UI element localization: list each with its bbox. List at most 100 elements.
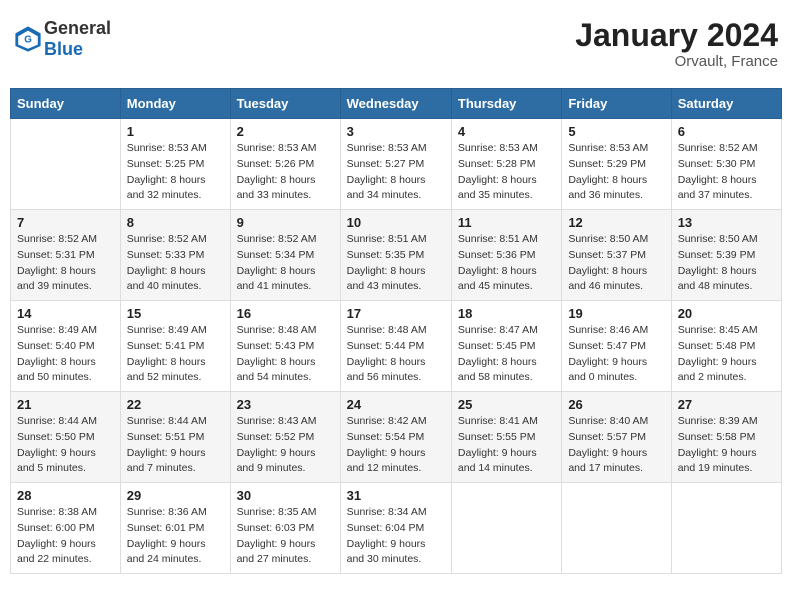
- calendar-cell: 2Sunrise: 8:53 AMSunset: 5:26 PMDaylight…: [230, 119, 340, 210]
- day-number: 4: [458, 124, 555, 139]
- calendar-cell: 12 Sunrise: 8:50 AMSunset: 5:37 PMDayligh…: [562, 210, 671, 301]
- calendar-cell: 25 Sunrise: 8:41 AMSunset: 5:55 PMDayligh…: [451, 392, 561, 483]
- calendar-cell: 11 Sunrise: 8:51 AMSunset: 5:36 PMDayligh…: [451, 210, 561, 301]
- calendar-cell: 1Sunrise: 8:53 AMSunset: 5:25 PMDaylight…: [120, 119, 230, 210]
- day-header-monday: Monday: [120, 89, 230, 119]
- day-info: Sunrise: 8:50 AMSunset: 5:37 PMDaylight:…: [568, 232, 664, 295]
- day-info: Sunrise: 8:53 AMSunset: 5:29 PMDaylight:…: [568, 141, 664, 204]
- day-number: 9: [237, 215, 334, 230]
- day-header-wednesday: Wednesday: [340, 89, 451, 119]
- day-info: Sunrise: 8:44 AMSunset: 5:51 PMDaylight:…: [127, 414, 224, 477]
- day-header-saturday: Saturday: [671, 89, 781, 119]
- day-info: Sunrise: 8:49 AMSunset: 5:41 PMDaylight:…: [127, 323, 224, 386]
- day-number: 11: [458, 215, 555, 230]
- day-info: Sunrise: 8:52 AMSunset: 5:31 PMDaylight:…: [17, 232, 114, 295]
- calendar-week-row: 7Sunrise: 8:52 AMSunset: 5:31 PMDaylight…: [11, 210, 782, 301]
- day-number: 20: [678, 306, 775, 321]
- calendar-cell: 18 Sunrise: 8:47 AMSunset: 5:45 PMDayligh…: [451, 301, 561, 392]
- day-number: 6: [678, 124, 775, 139]
- calendar-cell: 21Sunrise: 8:44 AMSunset: 5:50 PMDayligh…: [11, 392, 121, 483]
- day-number: 12: [568, 215, 664, 230]
- day-info: Sunrise: 8:44 AMSunset: 5:50 PMDaylight:…: [17, 414, 114, 477]
- day-number: 3: [347, 124, 445, 139]
- day-header-tuesday: Tuesday: [230, 89, 340, 119]
- day-number: 30: [237, 488, 334, 503]
- day-info: Sunrise: 8:45 AMSunset: 5:48 PMDaylight:…: [678, 323, 775, 386]
- calendar-week-row: 14Sunrise: 8:49 AMSunset: 5:40 PMDayligh…: [11, 301, 782, 392]
- day-number: 26: [568, 397, 664, 412]
- day-info: Sunrise: 8:52 AMSunset: 5:30 PMDaylight:…: [678, 141, 775, 204]
- day-info: Sunrise: 8:39 AMSunset: 5:58 PMDaylight:…: [678, 414, 775, 477]
- day-number: 14: [17, 306, 114, 321]
- day-info: Sunrise: 8:41 AMSunset: 5:55 PMDaylight:…: [458, 414, 555, 477]
- calendar-cell: [451, 483, 561, 574]
- calendar-cell: 20 Sunrise: 8:45 AMSunset: 5:48 PMDayligh…: [671, 301, 781, 392]
- calendar-cell: 27Sunrise: 8:39 AMSunset: 5:58 PMDayligh…: [671, 392, 781, 483]
- day-info: Sunrise: 8:47 AMSunset: 5:45 PMDaylight:…: [458, 323, 555, 386]
- day-info: Sunrise: 8:51 AMSunset: 5:36 PMDaylight:…: [458, 232, 555, 295]
- day-number: 19: [568, 306, 664, 321]
- calendar-cell: 16Sunrise: 8:48 AMSunset: 5:43 PMDayligh…: [230, 301, 340, 392]
- month-title: January 2024: [575, 18, 778, 53]
- day-info: Sunrise: 8:48 AMSunset: 5:43 PMDaylight:…: [237, 323, 334, 386]
- calendar-cell: 19 Sunrise: 8:46 AMSunset: 5:47 PMDayligh…: [562, 301, 671, 392]
- day-number: 13: [678, 215, 775, 230]
- calendar-week-row: 1Sunrise: 8:53 AMSunset: 5:25 PMDaylight…: [11, 119, 782, 210]
- day-header-thursday: Thursday: [451, 89, 561, 119]
- calendar-cell: 23 Sunrise: 8:43 AMSunset: 5:52 PMDayligh…: [230, 392, 340, 483]
- svg-text:G: G: [24, 35, 32, 46]
- calendar-cell: 13 Sunrise: 8:50 AMSunset: 5:39 PMDayligh…: [671, 210, 781, 301]
- calendar-table: SundayMondayTuesdayWednesdayThursdayFrid…: [10, 88, 782, 574]
- day-number: 5: [568, 124, 664, 139]
- day-info: Sunrise: 8:53 AMSunset: 5:25 PMDaylight:…: [127, 141, 224, 204]
- day-info: Sunrise: 8:50 AMSunset: 5:39 PMDaylight:…: [678, 232, 775, 295]
- day-info: Sunrise: 8:38 AMSunset: 6:00 PMDaylight:…: [17, 505, 114, 568]
- day-info: Sunrise: 8:43 AMSunset: 5:52 PMDaylight:…: [237, 414, 334, 477]
- day-number: 2: [237, 124, 334, 139]
- day-number: 28: [17, 488, 114, 503]
- day-number: 24: [347, 397, 445, 412]
- day-info: Sunrise: 8:51 AMSunset: 5:35 PMDaylight:…: [347, 232, 445, 295]
- calendar-cell: 22Sunrise: 8:44 AMSunset: 5:51 PMDayligh…: [120, 392, 230, 483]
- day-number: 25: [458, 397, 555, 412]
- calendar-cell: 6 Sunrise: 8:52 AMSunset: 5:30 PMDaylight…: [671, 119, 781, 210]
- logo: G General Blue: [14, 18, 111, 60]
- day-info: Sunrise: 8:46 AMSunset: 5:47 PMDaylight:…: [568, 323, 664, 386]
- calendar-cell: 31 Sunrise: 8:34 AMSunset: 6:04 PMDayligh…: [340, 483, 451, 574]
- day-info: Sunrise: 8:36 AMSunset: 6:01 PMDaylight:…: [127, 505, 224, 568]
- calendar-cell: 26 Sunrise: 8:40 AMSunset: 5:57 PMDayligh…: [562, 392, 671, 483]
- day-info: Sunrise: 8:53 AMSunset: 5:28 PMDaylight:…: [458, 141, 555, 204]
- calendar-cell: 8Sunrise: 8:52 AMSunset: 5:33 PMDaylight…: [120, 210, 230, 301]
- logo-general-text: General: [44, 18, 111, 38]
- calendar-header-row: SundayMondayTuesdayWednesdayThursdayFrid…: [11, 89, 782, 119]
- day-header-friday: Friday: [562, 89, 671, 119]
- day-info: Sunrise: 8:40 AMSunset: 5:57 PMDaylight:…: [568, 414, 664, 477]
- day-number: 18: [458, 306, 555, 321]
- calendar-cell: 17 Sunrise: 8:48 AMSunset: 5:44 PMDayligh…: [340, 301, 451, 392]
- day-number: 31: [347, 488, 445, 503]
- calendar-cell: [671, 483, 781, 574]
- calendar-cell: 10 Sunrise: 8:51 AMSunset: 5:35 PMDayligh…: [340, 210, 451, 301]
- calendar-cell: 28 Sunrise: 8:38 AMSunset: 6:00 PMDayligh…: [11, 483, 121, 574]
- calendar-cell: 29 Sunrise: 8:36 AMSunset: 6:01 PMDayligh…: [120, 483, 230, 574]
- day-info: Sunrise: 8:34 AMSunset: 6:04 PMDaylight:…: [347, 505, 445, 568]
- calendar-cell: 7Sunrise: 8:52 AMSunset: 5:31 PMDaylight…: [11, 210, 121, 301]
- day-info: Sunrise: 8:52 AMSunset: 5:33 PMDaylight:…: [127, 232, 224, 295]
- day-number: 17: [347, 306, 445, 321]
- calendar-cell: 3Sunrise: 8:53 AMSunset: 5:27 PMDaylight…: [340, 119, 451, 210]
- day-number: 23: [237, 397, 334, 412]
- day-info: Sunrise: 8:52 AMSunset: 5:34 PMDaylight:…: [237, 232, 334, 295]
- calendar-cell: 14Sunrise: 8:49 AMSunset: 5:40 PMDayligh…: [11, 301, 121, 392]
- day-number: 10: [347, 215, 445, 230]
- day-info: Sunrise: 8:48 AMSunset: 5:44 PMDaylight:…: [347, 323, 445, 386]
- calendar-week-row: 28 Sunrise: 8:38 AMSunset: 6:00 PMDayligh…: [11, 483, 782, 574]
- day-header-sunday: Sunday: [11, 89, 121, 119]
- day-info: Sunrise: 8:35 AMSunset: 6:03 PMDaylight:…: [237, 505, 334, 568]
- generalblue-logo-icon: G: [14, 25, 42, 53]
- calendar-cell: 4 Sunrise: 8:53 AMSunset: 5:28 PMDaylight…: [451, 119, 561, 210]
- location-label: Orvault, France: [575, 53, 778, 70]
- calendar-cell: 9 Sunrise: 8:52 AMSunset: 5:34 PMDaylight…: [230, 210, 340, 301]
- page-header: G General Blue January 2024 Orvault, Fra…: [10, 10, 782, 78]
- day-number: 29: [127, 488, 224, 503]
- calendar-week-row: 21Sunrise: 8:44 AMSunset: 5:50 PMDayligh…: [11, 392, 782, 483]
